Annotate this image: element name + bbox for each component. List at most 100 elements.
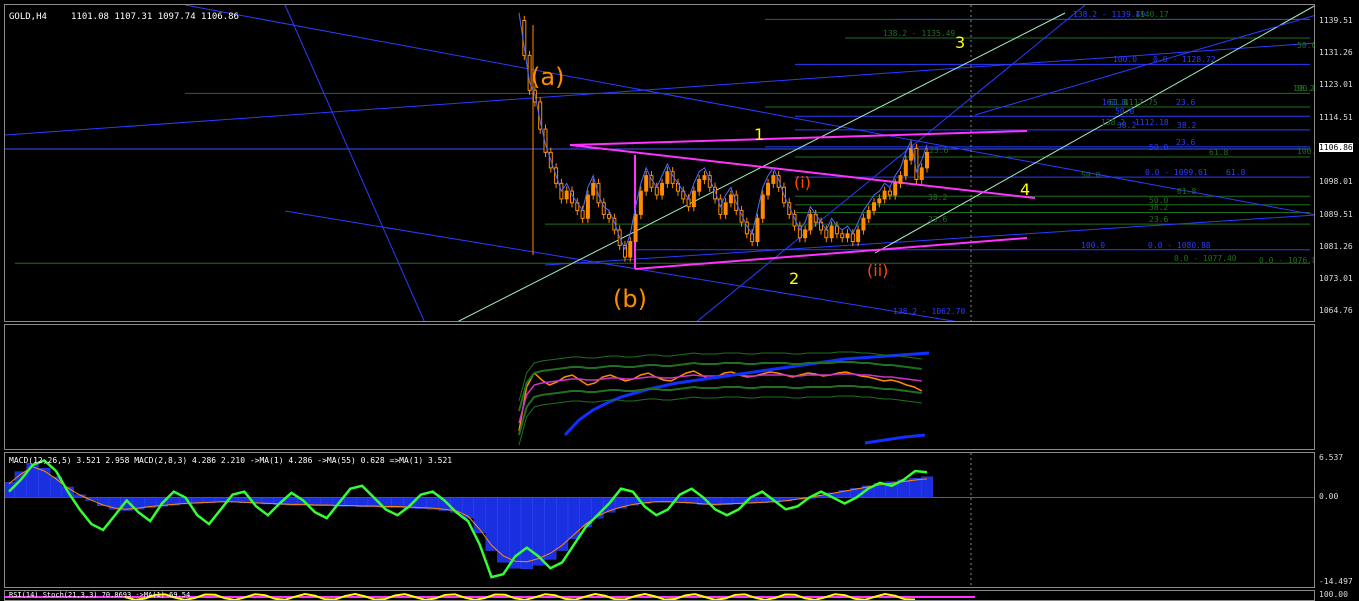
trend-line [284,5,425,321]
candle-body [591,182,596,196]
macd-histogram-bar [108,497,121,510]
triangle-line [569,130,1028,146]
candle-body [808,213,813,231]
fib-level-label: 61.8 [1177,187,1197,197]
candle-body [898,175,903,184]
candle-body [760,194,765,219]
candle-body [755,217,760,243]
candle-body [824,229,829,239]
candle-body [877,198,882,204]
candle-body [850,233,855,243]
wave-label: (ii) [867,261,889,280]
fib-level-label: 61.8 [1226,168,1246,178]
macd-histogram-bar [485,497,498,551]
fib-level-label: 138.2 - 1135.49 [883,28,956,38]
stoch-header-label: RSI(14) Stoch(21,3,3) 70.8693 ->MA(1) 69… [9,591,191,599]
bands-envelope-line [518,385,922,436]
fib-level-label: 0.0 - 1076.88 [1259,256,1314,266]
fib-level-label: 0.0 - 1077.40 [1174,254,1237,264]
bands-indicator-pane[interactable] [4,324,1315,450]
fib-level-label: 38.2 [1177,120,1197,130]
candle-body [829,225,834,239]
candle-body [654,186,659,196]
fib-level-label: 0.0 - 1128.72 [1153,55,1216,65]
chart-ohlc-readout: 1101.08 1107.31 1097.74 1106.86 [71,12,239,22]
price-tick-label: 1131.26 [1319,48,1353,58]
fib-level-label: 1117.75 [1124,97,1158,107]
fib-level-label: 38.2 [1117,120,1137,130]
price-tick-label: 1106.86 [1319,143,1353,153]
fib-level-label: 38.2 [1149,203,1169,213]
candle-body [665,171,670,184]
fib-level-label: 50.0 [1149,142,1169,152]
candle-body [750,233,755,243]
fib-level-label: 23.6 [1176,137,1196,147]
fib-level-label: 23.6 [1176,97,1196,107]
bands-axis [1316,324,1359,450]
candle-body [845,233,850,239]
price-chart-pane[interactable]: GOLD,H4 1101.08 1107.31 1097.74 1106.86 … [4,4,1315,322]
wave-label: 2 [789,269,800,288]
stoch-pane[interactable]: RSI(14) Stoch(21,3,3) 70.8693 ->MA(1) 69… [4,590,1315,601]
fib-level-label: 138.2 - 1062.70 [893,307,966,317]
stoch-svg [5,592,975,600]
price-tick-label: 1064.76 [1319,306,1353,316]
bands-indicator-line [518,373,922,424]
candle-body [866,210,871,219]
macd-tick-label: -14.497 [1319,577,1353,586]
fib-level-label: 61.8 [1209,148,1229,158]
trend-line [696,5,1086,321]
candle-body [893,182,898,196]
candle-body [564,190,569,200]
candle-body [638,190,643,215]
macd-fast-line [8,458,928,579]
macd-histogram-bar [461,497,475,519]
fib-level-label: 23.6 [1149,215,1169,225]
candle-body [628,241,633,258]
fib-level-label: 50.0 [1115,107,1135,117]
candle-body [803,229,808,239]
mt4-chart-window: GOLD,H4 1101.08 1107.31 1097.74 1106.86 … [0,0,1359,601]
bands-indicator-line [864,433,926,445]
candle-body [644,175,649,192]
macd-histogram-bar [473,497,486,534]
macd-header-label: MACD(12,26,5) 3.521 2.958 MACD(2,8,3) 4.… [9,456,453,465]
macd-histogram-bar [520,497,533,570]
fib-level-label: 38.2 [1295,84,1315,94]
wave-label: (a) [531,63,565,91]
candle-body [919,167,924,181]
wave-label: 1 [754,125,765,144]
price-tick-label: 1073.01 [1319,274,1353,284]
macd-histogram-bar [556,497,569,551]
candle-body [882,190,887,200]
candle-body [872,202,877,212]
fib-level-label: 23.6 [929,146,949,156]
chart-symbol-label: GOLD,H4 [9,12,47,22]
bands-indicator-svg [518,351,930,446]
price-axis: 1139.51 1131.26 1123.01 1114.51 1106.86 1098.… [1316,4,1359,322]
fib-level-label: 23.6 [928,215,948,225]
candle-body [766,182,771,196]
candle-body [585,194,590,219]
candle-body [861,217,866,231]
price-tick-label: 1123.01 [1319,80,1353,90]
price-chart-svg [5,5,1314,321]
wave-label: 4 [1020,180,1031,199]
fib-level-label: 100.0 [1113,55,1138,65]
stoch-tick-label: 100.00 [1319,590,1348,599]
wave-label: (i) [794,173,811,192]
candle-body [607,213,612,219]
macd-tick-label: 0.00 [1319,491,1339,501]
candle-body [903,159,908,177]
candle-body [840,233,845,239]
price-tick-label: 1081.26 [1319,242,1353,252]
candle-body [887,190,892,196]
candle-body [856,229,861,243]
macd-histogram-bar [391,497,404,508]
macd-svg [5,453,1314,587]
fib-level-label: 38.2 [928,193,948,202]
price-tick-label: 1089.51 [1319,210,1353,220]
triangle-line [634,237,1028,270]
macd-pane[interactable]: MACD(12,26,5) 3.521 2.958 MACD(2,8,3) 4.… [4,452,1315,588]
macd-histogram-bar [567,497,580,539]
